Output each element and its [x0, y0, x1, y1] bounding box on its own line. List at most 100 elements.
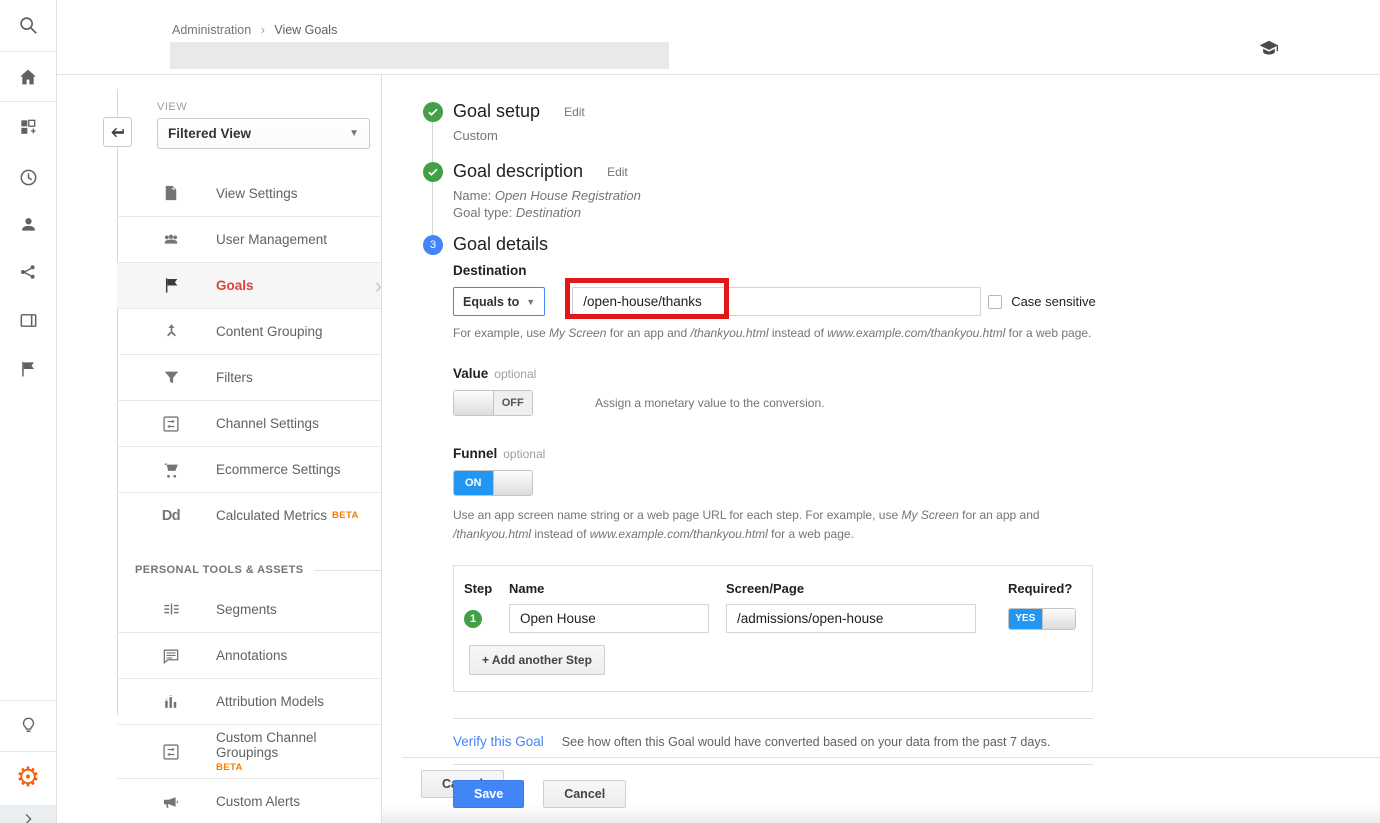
goal-name-value: Open House Registration: [495, 188, 641, 203]
behavior-browser-icon[interactable]: [0, 300, 56, 340]
chevron-down-icon: ▼: [526, 297, 535, 307]
rail-collapse-area[interactable]: [0, 805, 56, 823]
goal-details-step: 3 Goal details: [423, 234, 1380, 255]
sidebar-item-attribution-models[interactable]: Attribution Models: [117, 678, 381, 724]
admin-view-sidebar: VIEW Filtered View ▼ View Settings User …: [57, 75, 382, 823]
top-header: Administration › View Goals: [57, 0, 1380, 75]
cancel-button[interactable]: Cancel: [543, 780, 626, 808]
customization-icon[interactable]: [0, 107, 56, 147]
divider: [453, 764, 1093, 765]
sidebar-item-ecommerce-settings[interactable]: Ecommerce Settings: [117, 446, 381, 492]
left-icon-rail: ⚙: [0, 0, 57, 823]
audience-person-icon[interactable]: [0, 204, 56, 244]
sidebar-item-segments[interactable]: Segments: [117, 586, 381, 632]
back-arrow-icon: [109, 124, 126, 141]
sidebar-item-custom-channel-groupings[interactable]: Custom Channel Groupings BETA: [117, 724, 381, 778]
goal-type-value: Destination: [516, 205, 581, 220]
breadcrumb-administration[interactable]: Administration: [172, 23, 251, 37]
goal-setup-value: Custom: [453, 128, 1380, 143]
funnel-step-name-input[interactable]: [509, 604, 709, 633]
discover-lightbulb-icon[interactable]: [0, 705, 56, 745]
col-required-header: Required?: [1008, 581, 1082, 604]
beta-badge: BETA: [332, 510, 359, 521]
goal-description-edit-link[interactable]: Edit: [607, 165, 628, 179]
destination-helper-text: For example, use My Screen for an app an…: [453, 326, 1380, 340]
value-toggle-state: OFF: [494, 391, 533, 415]
verify-row: Verify this Goal See how often this Goal…: [453, 719, 1093, 764]
sidebar-item-channel-settings[interactable]: Channel Settings: [117, 400, 381, 446]
search-icon[interactable]: [0, 5, 56, 45]
personal-tools-heading: PERSONAL TOOLS & ASSETS: [117, 558, 381, 582]
match-type-dropdown[interactable]: Equals to ▼: [453, 287, 545, 316]
sidebar-item-user-management[interactable]: User Management: [117, 216, 381, 262]
destination-url-input[interactable]: [572, 287, 981, 316]
destination-row: Equals to ▼ Case sensitive: [453, 287, 1380, 316]
calculated-metrics-dd-icon: Dd: [161, 506, 181, 526]
collapse-chevron-icon: [20, 811, 36, 823]
sidebar-item-goals[interactable]: Goals ›: [117, 262, 381, 308]
sidebar-item-annotations[interactable]: Annotations: [117, 632, 381, 678]
funnel-step-name-cell: [509, 604, 726, 633]
goal-name-line: Name: Open House Registration: [453, 188, 1380, 203]
verify-goal-link[interactable]: Verify this Goal: [453, 734, 544, 749]
case-sensitive-checkbox[interactable]: [988, 295, 1002, 309]
goal-editor-content: Goal setup Edit Custom Goal description …: [382, 75, 1380, 823]
goal-setup-title: Goal setup: [453, 101, 540, 122]
goal-setup-step: Goal setup Edit: [423, 101, 1380, 122]
annotation-bubble-icon: [161, 646, 181, 666]
action-buttons: Save Cancel: [453, 780, 1380, 808]
step-complete-check-icon: [423, 162, 443, 182]
sidebar-menu: View Settings User Management Goals › Co…: [117, 170, 381, 823]
sidebar-item-custom-alerts[interactable]: Custom Alerts: [117, 778, 381, 823]
funnel-toggle-state: ON: [454, 471, 493, 495]
sidebar-item-view-settings[interactable]: View Settings: [117, 170, 381, 216]
breadcrumb-separator: ›: [261, 23, 265, 37]
funnel-steps-box: Step Name Screen/Page Required? 1 YES: [453, 565, 1093, 692]
channel-settings-icon: [161, 414, 181, 434]
conversions-flag-icon[interactable]: [0, 349, 56, 389]
save-button[interactable]: Save: [453, 780, 524, 808]
toggle-knob: [454, 391, 494, 415]
beta-badge: BETA: [216, 762, 381, 773]
funnel-step-required-cell: YES: [1008, 608, 1082, 630]
destination-input-wrap: [572, 287, 981, 316]
goal-description-title: Goal description: [453, 161, 583, 182]
breadcrumb-current: View Goals: [274, 23, 337, 37]
acquisition-share-icon[interactable]: [0, 252, 56, 292]
rail-divider: [0, 751, 56, 752]
view-selector-dropdown[interactable]: Filtered View ▼: [157, 118, 370, 149]
document-icon: [161, 183, 181, 203]
funnel-step-number-badge: 1: [464, 610, 482, 628]
realtime-clock-icon[interactable]: [0, 157, 56, 197]
funnel-toggle-row: ON: [453, 470, 1380, 496]
bar-chart-icon: [161, 692, 181, 712]
step-complete-check-icon: [423, 102, 443, 122]
sidebar-item-content-grouping[interactable]: Content Grouping: [117, 308, 381, 354]
view-selector-value: Filtered View: [168, 126, 349, 141]
value-toggle[interactable]: OFF: [453, 390, 533, 416]
people-icon: [161, 230, 181, 250]
add-another-step-button[interactable]: + Add another Step: [469, 645, 605, 675]
case-sensitive-label: Case sensitive: [1011, 294, 1096, 309]
required-toggle[interactable]: YES: [1008, 608, 1076, 630]
funnel-step-page-cell: [726, 604, 1008, 633]
home-icon[interactable]: [0, 57, 56, 97]
rail-divider: [0, 51, 56, 52]
match-type-value: Equals to: [463, 295, 519, 309]
admin-gear-icon[interactable]: ⚙: [0, 757, 56, 797]
active-item-chevron-icon: ›: [375, 275, 382, 297]
funnel-label: Funneloptional: [453, 446, 1380, 461]
funnel-step-page-input[interactable]: [726, 604, 976, 633]
academy-gradcap-icon[interactable]: [1256, 38, 1282, 65]
redacted-account-bar: [170, 42, 669, 69]
segments-icon: [161, 599, 181, 619]
goal-setup-edit-link[interactable]: Edit: [564, 105, 585, 119]
value-optional-tag: optional: [494, 367, 536, 381]
back-button[interactable]: [103, 117, 132, 147]
value-label: Valueoptional: [453, 366, 1380, 381]
megaphone-icon: [161, 792, 181, 812]
sidebar-item-filters[interactable]: Filters: [117, 354, 381, 400]
funnel-toggle[interactable]: ON: [453, 470, 533, 496]
case-sensitive-group: Case sensitive: [988, 294, 1096, 309]
sidebar-item-calculated-metrics[interactable]: Dd Calculated Metrics BETA: [117, 492, 381, 538]
